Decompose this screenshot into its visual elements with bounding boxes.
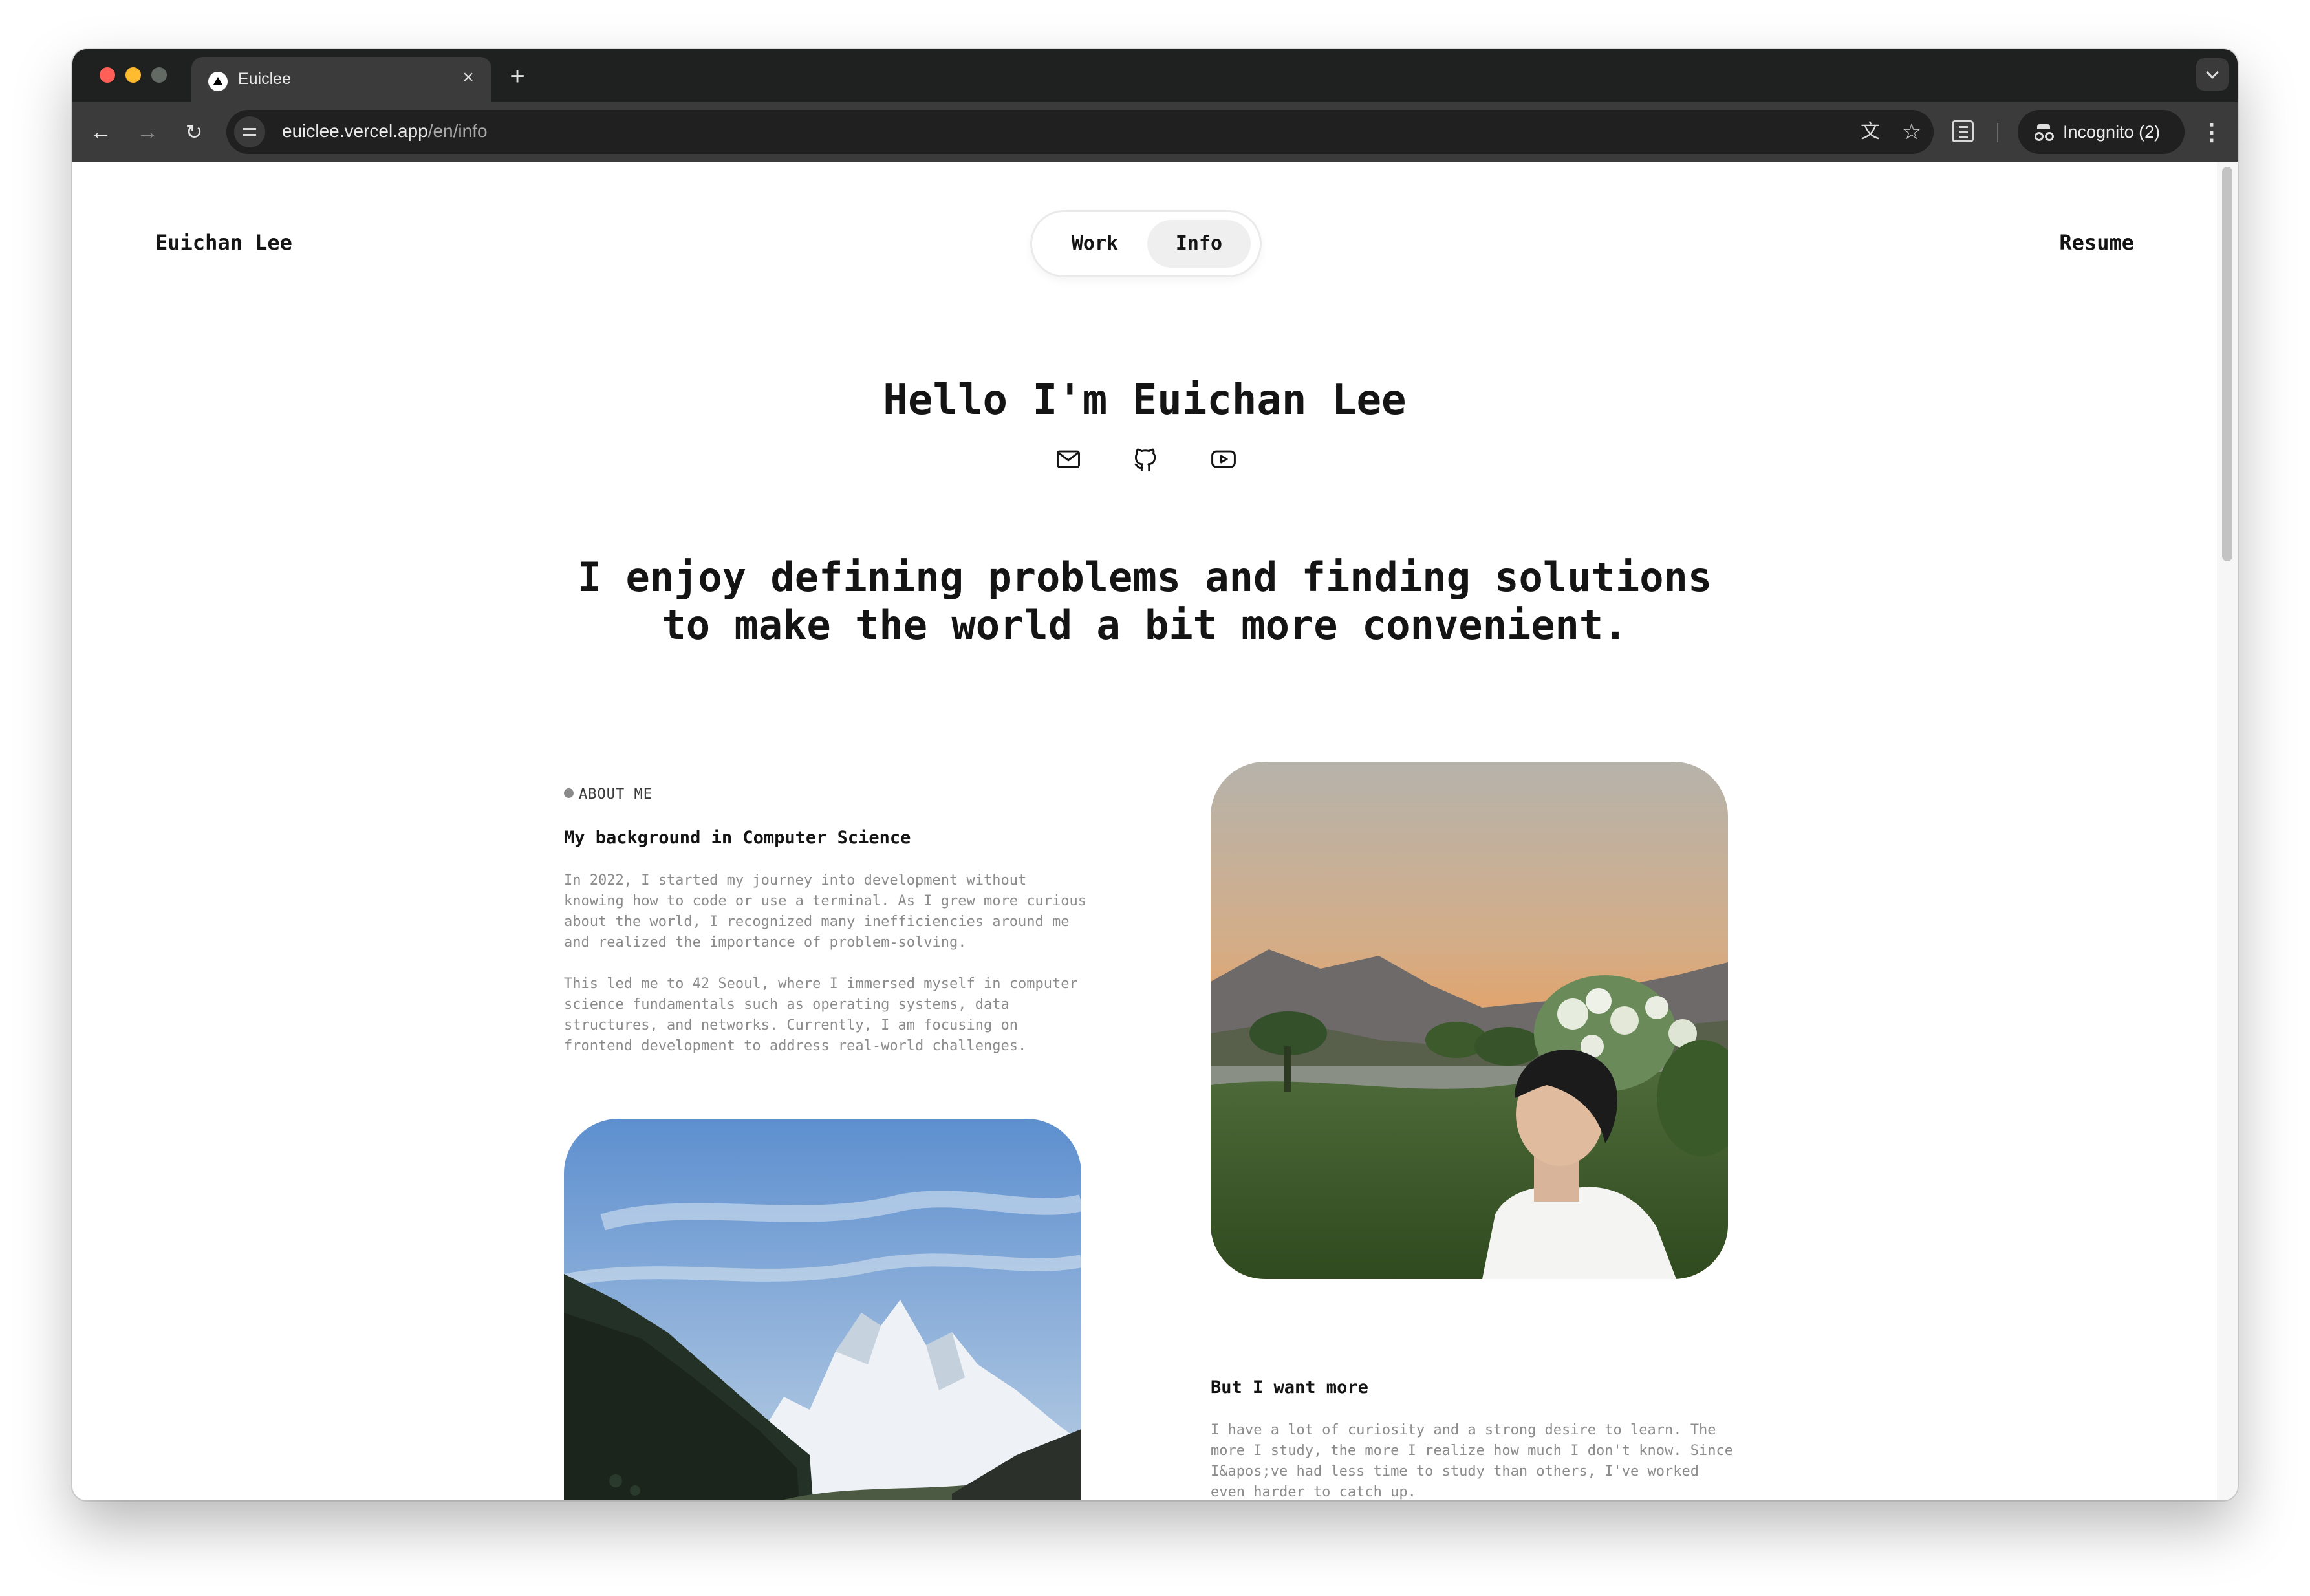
about-label-text: ABOUT ME (579, 786, 653, 803)
zoom-window-button[interactable] (151, 67, 167, 83)
more-title: But I want more (1211, 1377, 1368, 1397)
headline-line-1: I enjoy defining problems and finding so… (577, 554, 1712, 601)
back-arrow-icon[interactable]: ← (85, 116, 116, 147)
page-scrollbar[interactable] (2217, 162, 2238, 1500)
background-paragraph-1: In 2022, I started my journey into devel… (564, 872, 1086, 951)
background-paragraph-2: This led me to 42 Seoul, where I immerse… (564, 976, 1078, 1054)
url-path: /en/info (427, 121, 488, 141)
nav-info-link[interactable]: Info (1147, 220, 1251, 268)
page-viewport: Euichan Lee Work Info Resume Hello I'm E… (72, 162, 2217, 1500)
tab-title: Euiclee (238, 70, 291, 88)
browser-toolbar: ← → ↻ euiclee.vercel.app/en/info 文 ☆ Inc… (72, 102, 2238, 162)
toolbar-divider (1997, 123, 1998, 142)
mail-icon[interactable] (1054, 445, 1083, 473)
tab-search-icon[interactable] (2196, 58, 2229, 91)
reader-mode-icon[interactable] (1952, 120, 1974, 142)
hero-greeting: Hello I'm Euichan Lee (883, 376, 1407, 424)
reload-icon[interactable]: ↻ (178, 116, 210, 147)
incognito-badge[interactable]: Incognito (2) (2018, 110, 2185, 154)
vercel-favicon-icon (208, 72, 228, 91)
minimize-window-button[interactable] (125, 67, 141, 83)
close-window-button[interactable] (100, 67, 115, 83)
bullet-dot-icon (564, 788, 574, 798)
background-title: My background in Computer Science (564, 828, 911, 848)
page-nav: Work Info (1032, 212, 1260, 275)
scrollbar-thumb[interactable] (2222, 167, 2232, 561)
tab-close-button[interactable]: × (457, 66, 480, 89)
portrait-sunset-photo (1211, 762, 1728, 1279)
resume-link[interactable]: Resume (2059, 230, 2134, 255)
brand-link[interactable]: Euichan Lee (155, 230, 292, 255)
github-icon[interactable] (1132, 445, 1160, 473)
tab-bar: Euiclee × + (72, 49, 2238, 102)
new-tab-button[interactable]: + (503, 63, 532, 92)
star-icon[interactable]: ☆ (1899, 119, 1925, 145)
translate-icon[interactable]: 文 (1857, 119, 1883, 145)
mountain-landscape-photo (564, 1119, 1081, 1500)
more-paragraph-1: I have a lot of curiosity and a strong d… (1211, 1422, 1733, 1500)
more-menu-icon[interactable]: ⋮ (2200, 116, 2223, 147)
headline-line-2: to make the world a bit more convenient. (662, 601, 1628, 649)
youtube-icon[interactable] (1209, 445, 1238, 473)
incognito-icon (2035, 124, 2053, 141)
hero-headline: I enjoy defining problems and finding so… (72, 554, 2217, 649)
section-label: ABOUT ME (564, 786, 653, 803)
url-host: euiclee.vercel.app (282, 121, 428, 141)
incognito-label: Incognito (2) (2063, 122, 2161, 142)
nav-work-link[interactable]: Work (1042, 220, 1147, 268)
address-bar[interactable]: euiclee.vercel.app/en/info 文 ☆ (226, 110, 1934, 154)
url-text[interactable]: euiclee.vercel.app/en/info (282, 121, 488, 142)
browser-window: Euiclee × + ← → ↻ euiclee.vercel.app/en/… (72, 49, 2238, 1500)
site-info-icon[interactable] (234, 116, 265, 147)
browser-tab[interactable]: Euiclee × (191, 57, 491, 102)
forward-arrow-icon[interactable]: → (132, 116, 163, 147)
